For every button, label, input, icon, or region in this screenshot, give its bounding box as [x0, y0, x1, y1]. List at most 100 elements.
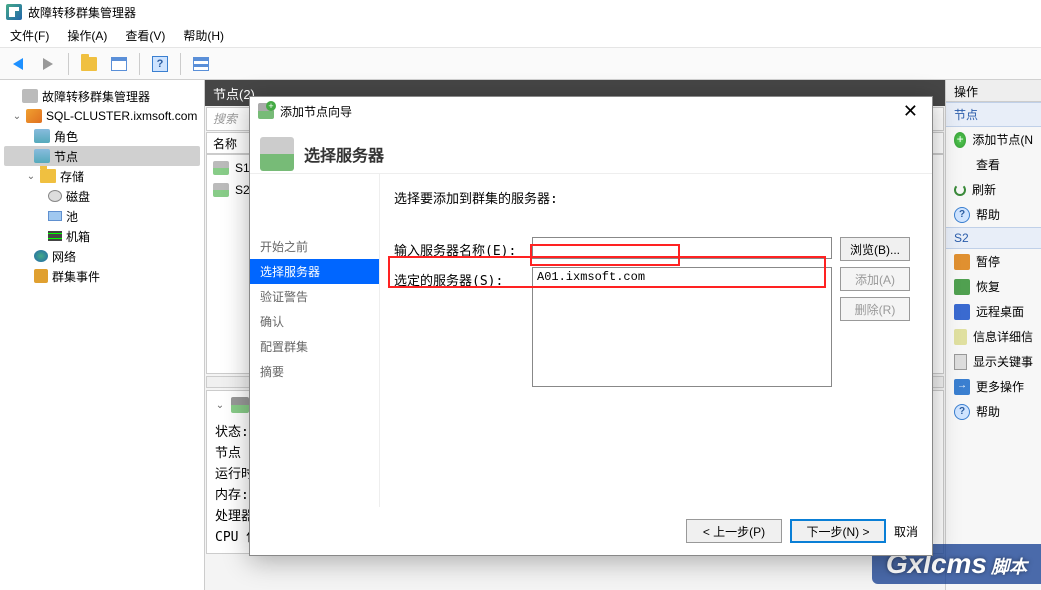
action-add-node[interactable]: 添加节点(N	[946, 127, 1041, 152]
toolbar-separator	[68, 53, 69, 75]
node-icon	[213, 161, 229, 175]
arrow-right-icon	[43, 58, 53, 70]
remove-server-button: 删除(R)	[840, 297, 910, 321]
toolbar-separator	[139, 53, 140, 75]
selected-servers-list[interactable]: A01.ixmsoft.com	[532, 267, 832, 387]
window-titlebar: 故障转移群集管理器	[0, 0, 1041, 24]
window-icon	[111, 57, 127, 71]
remote-desktop-icon	[954, 304, 970, 320]
wiz-step-select[interactable]: 选择服务器	[250, 259, 379, 284]
detail-memory-label: 内存:	[215, 488, 249, 503]
action-pause[interactable]: 暂停	[946, 249, 1041, 274]
wiz-step-before[interactable]: 开始之前	[250, 234, 379, 259]
open-button[interactable]	[77, 52, 101, 76]
help-icon: ?	[954, 207, 970, 223]
detail-status-label: 状态:	[215, 425, 249, 440]
app-icon	[6, 4, 22, 20]
tree-storage[interactable]: ⌄存储	[4, 166, 200, 186]
actions-pane: 操作 节点 添加节点(N 查看 刷新 ?帮助 S2 暂停 恢复 远程桌面 信息详…	[945, 80, 1041, 590]
page-icon	[260, 137, 294, 171]
view-button[interactable]	[189, 52, 213, 76]
nav-forward-button	[36, 52, 60, 76]
close-button[interactable]: ✕	[897, 101, 924, 122]
menu-view[interactable]: 查看(V)	[125, 27, 165, 44]
enter-server-label: 输入服务器名称(E):	[394, 237, 524, 259]
tree-pools[interactable]: 池	[4, 206, 200, 226]
selected-server-label: 选定的服务器(S):	[394, 267, 524, 289]
wizard-content: 选择要添加到群集的服务器: 输入服务器名称(E): 浏览(B)... 选定的服务…	[380, 174, 932, 507]
pool-icon	[48, 211, 62, 221]
actions-section-nodes: 节点	[946, 102, 1041, 127]
tree-disks[interactable]: 磁盘	[4, 186, 200, 206]
tree-events[interactable]: 群集事件	[4, 266, 200, 286]
node-icon	[231, 397, 249, 413]
action-view[interactable]: 查看	[946, 152, 1041, 177]
wizard-page-title: 选择服务器	[260, 137, 384, 171]
add-node-wizard: 添加节点向导 ✕ 选择服务器 开始之前 选择服务器 验证警告 确认 配置群集 摘…	[249, 96, 933, 556]
pause-icon	[954, 254, 970, 270]
action-help2[interactable]: ?帮助	[946, 399, 1041, 424]
menubar: 文件(F) 操作(A) 查看(V) 帮助(H)	[0, 24, 1041, 48]
toolbar: ?	[0, 48, 1041, 80]
window-title: 故障转移群集管理器	[28, 4, 136, 21]
wizard-prompt: 选择要添加到群集的服务器:	[394, 188, 918, 207]
more-icon	[954, 379, 970, 395]
properties-button[interactable]	[107, 52, 131, 76]
chassis-icon	[48, 231, 62, 241]
menu-action[interactable]: 操作(A)	[67, 27, 107, 44]
next-button[interactable]: 下一步(N) >	[790, 519, 886, 543]
browse-button[interactable]: 浏览(B)...	[840, 237, 910, 261]
events-icon	[954, 354, 967, 370]
refresh-icon	[954, 184, 966, 196]
arrow-left-icon	[13, 58, 23, 70]
info-icon	[954, 329, 967, 345]
tree-root[interactable]: 故障转移群集管理器	[4, 86, 200, 106]
actions-section-s2: S2	[946, 227, 1041, 249]
wizard-icon	[258, 103, 274, 119]
resume-icon	[954, 279, 970, 295]
wiz-step-confirm[interactable]: 确认	[250, 309, 379, 334]
nav-back-button[interactable]	[6, 52, 30, 76]
help-icon: ?	[152, 56, 168, 72]
menu-file[interactable]: 文件(F)	[10, 27, 49, 44]
action-help[interactable]: ?帮助	[946, 202, 1041, 227]
wiz-step-summary[interactable]: 摘要	[250, 359, 379, 384]
add-icon	[954, 132, 966, 148]
help-icon: ?	[954, 404, 970, 420]
add-server-button: 添加(A)	[840, 267, 910, 291]
nodes-icon	[34, 149, 50, 163]
tree-cluster[interactable]: ⌄SQL-CLUSTER.ixmsoft.com	[4, 106, 200, 126]
roles-icon	[34, 129, 50, 143]
wizard-title: 添加节点向导	[280, 103, 352, 120]
action-refresh[interactable]: 刷新	[946, 177, 1041, 202]
wizard-footer: < 上一步(P) 下一步(N) > 取消	[250, 507, 932, 555]
tree-networks[interactable]: 网络	[4, 246, 200, 266]
wizard-steps: 开始之前 选择服务器 验证警告 确认 配置群集 摘要	[250, 174, 380, 507]
action-resume[interactable]: 恢复	[946, 274, 1041, 299]
tree-roles[interactable]: 角色	[4, 126, 200, 146]
network-icon	[34, 250, 48, 262]
detail-node-label: 节点	[215, 446, 241, 461]
server-name-input[interactable]	[532, 237, 832, 259]
wiz-step-configure[interactable]: 配置群集	[250, 334, 379, 359]
folder-icon	[81, 57, 97, 71]
cancel-button[interactable]: 取消	[894, 523, 918, 540]
sql-cluster-icon	[26, 109, 42, 123]
wiz-step-validate[interactable]: 验证警告	[250, 284, 379, 309]
action-info[interactable]: 信息详细信	[946, 324, 1041, 349]
tree-chassis[interactable]: 机箱	[4, 226, 200, 246]
tree-nodes[interactable]: 节点	[4, 146, 200, 166]
folder-icon	[40, 169, 56, 183]
action-remote-desktop[interactable]: 远程桌面	[946, 299, 1041, 324]
actions-title: 操作	[946, 80, 1041, 102]
wizard-titlebar: 添加节点向导 ✕	[250, 97, 932, 125]
tree-pane: 故障转移群集管理器 ⌄SQL-CLUSTER.ixmsoft.com 角色 节点…	[0, 80, 205, 590]
list-icon	[193, 57, 209, 71]
help-button[interactable]: ?	[148, 52, 172, 76]
action-more[interactable]: 更多操作	[946, 374, 1041, 399]
node-icon	[213, 183, 229, 197]
back-button[interactable]: < 上一步(P)	[686, 519, 782, 543]
cluster-icon	[22, 89, 38, 103]
menu-help[interactable]: 帮助(H)	[183, 27, 224, 44]
action-show-critical[interactable]: 显示关键事	[946, 349, 1041, 374]
